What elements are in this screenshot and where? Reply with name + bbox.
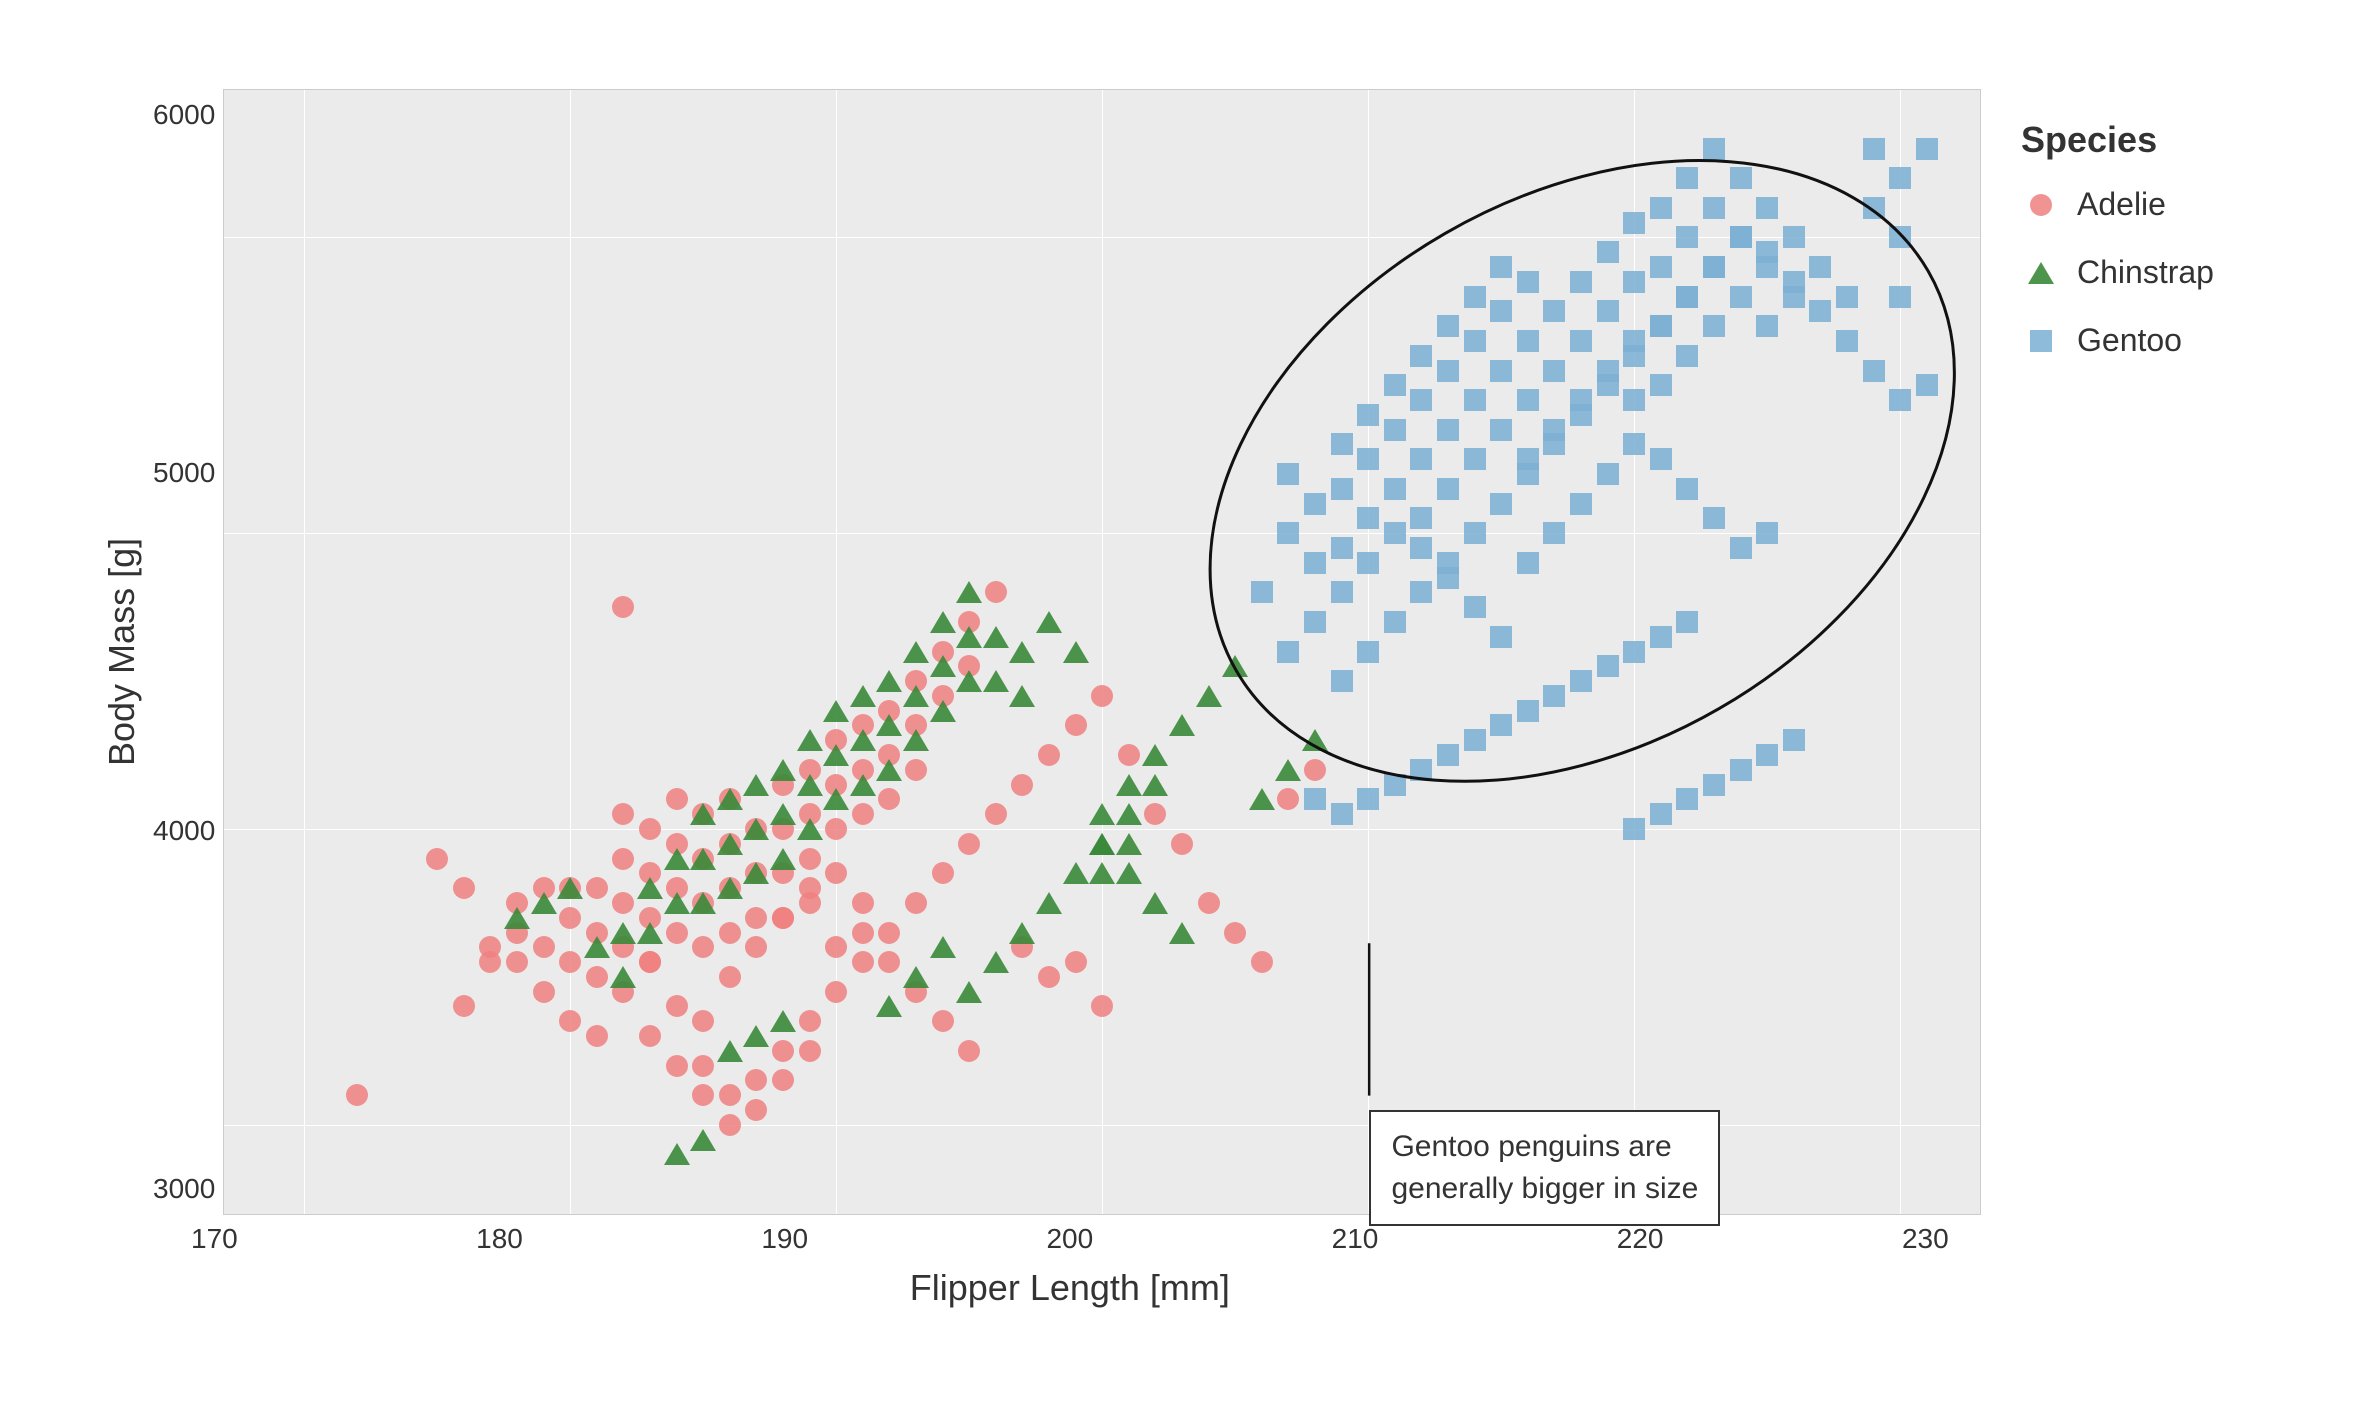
chart-with-yaxis: Body Mass [g] 6000 5000 4000 3000 Gentoo… bbox=[101, 89, 1981, 1215]
y-tick-3000: 3000 bbox=[153, 1173, 215, 1205]
x-axis-area: 170180190200210220230 Flipper Length [mm… bbox=[191, 1215, 1949, 1309]
y-axis-ticks: 6000 5000 4000 3000 bbox=[153, 89, 223, 1215]
y-tick-4000: 4000 bbox=[153, 815, 215, 847]
gentoo-icon bbox=[2021, 321, 2061, 361]
legend-item-gentoo: Gentoo bbox=[2021, 321, 2261, 361]
chart-area: Body Mass [g] 6000 5000 4000 3000 Gentoo… bbox=[101, 89, 1981, 1309]
chinstrap-label: Chinstrap bbox=[2077, 254, 2214, 291]
legend: Species Adelie Chinstrap Gentoo bbox=[2021, 119, 2261, 389]
adelie-label: Adelie bbox=[2077, 186, 2166, 223]
adelie-icon bbox=[2021, 185, 2061, 225]
y-axis-label: Body Mass [g] bbox=[101, 89, 143, 1215]
plot-panel: Gentoo penguins aregenerally bigger in s… bbox=[223, 89, 1981, 1215]
chart-container: Body Mass [g] 6000 5000 4000 3000 Gentoo… bbox=[81, 49, 2281, 1369]
y-tick-6000: 6000 bbox=[153, 99, 215, 131]
x-axis-ticks: 170180190200210220230 bbox=[191, 1215, 1949, 1255]
gentoo-label: Gentoo bbox=[2077, 322, 2182, 359]
x-axis-label: Flipper Length [mm] bbox=[910, 1267, 1230, 1309]
legend-title: Species bbox=[2021, 119, 2261, 161]
legend-item-adelie: Adelie bbox=[2021, 185, 2261, 225]
y-tick-5000: 5000 bbox=[153, 457, 215, 489]
chinstrap-icon bbox=[2021, 253, 2061, 293]
annotation-box: Gentoo penguins aregenerally bigger in s… bbox=[1369, 1110, 1720, 1226]
legend-item-chinstrap: Chinstrap bbox=[2021, 253, 2261, 293]
